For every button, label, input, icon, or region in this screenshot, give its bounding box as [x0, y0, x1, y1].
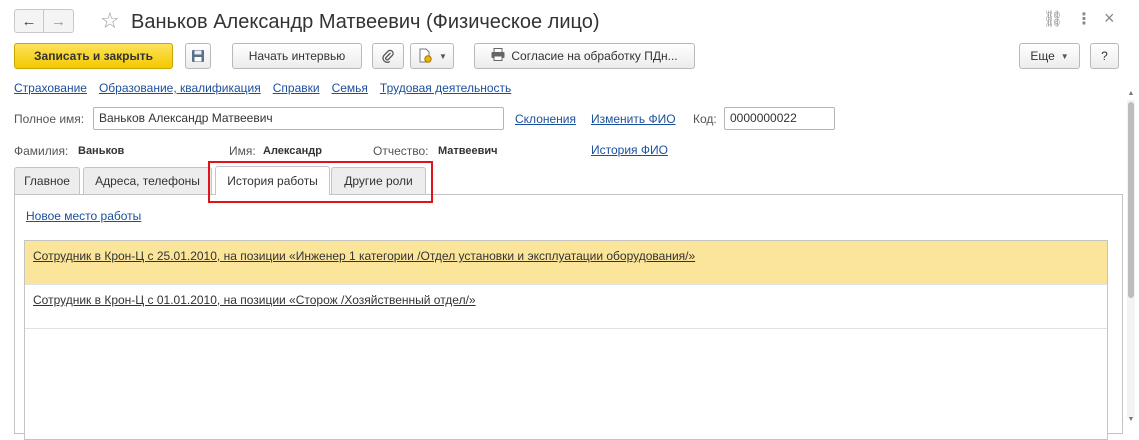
work-history-entry-2[interactable]: Сотрудник в Крон-Ц с 01.01.2010, на пози… — [33, 293, 476, 307]
list-item[interactable]: Сотрудник в Крон-Ц с 25.01.2010, на пози… — [25, 241, 1107, 285]
link-education[interactable]: Образование, квалификация — [99, 81, 261, 95]
start-interview-label: Начать интервью — [248, 49, 346, 63]
surname-label: Фамилия: — [14, 144, 69, 158]
declensions-link[interactable]: Склонения — [515, 112, 576, 126]
tab-work-history[interactable]: История работы — [215, 166, 330, 195]
more-label: Еще — [1030, 49, 1055, 63]
tab-addresses[interactable]: Адреса, телефоны — [83, 167, 212, 194]
link-family[interactable]: Семья — [332, 81, 368, 95]
forward-button[interactable]: → — [44, 9, 74, 33]
window-title: Ваньков Александр Матвеевич (Физическое … — [131, 11, 600, 33]
printer-icon — [491, 48, 505, 64]
tab-other-roles[interactable]: Другие роли — [331, 167, 426, 194]
scroll-up-icon[interactable]: ▲ — [1127, 90, 1135, 97]
save-and-close-button[interactable]: Записать и закрыть — [14, 43, 173, 69]
link-icon[interactable]: ⛓ — [1043, 10, 1063, 30]
full-name-field[interactable]: Ваньков Александр Матвеевич — [93, 107, 504, 130]
code-label: Код: — [693, 112, 717, 126]
chevron-down-icon: ▼ — [1060, 51, 1069, 61]
favorite-star-icon[interactable]: ☆ — [100, 8, 120, 34]
new-workplace-link[interactable]: Новое место работы — [26, 209, 141, 223]
paperclip-icon — [382, 49, 394, 63]
save-and-close-label: Записать и закрыть — [34, 49, 153, 63]
floppy-disk-icon — [192, 50, 204, 62]
name-value: Александр — [263, 145, 322, 157]
more-button[interactable]: Еще ▼ — [1019, 43, 1080, 69]
create-based-on-button[interactable]: ▼ — [410, 43, 454, 69]
help-label: ? — [1101, 49, 1108, 63]
attach-button[interactable] — [372, 43, 404, 69]
change-name-link[interactable]: Изменить ФИО — [591, 112, 676, 126]
start-interview-button[interactable]: Начать интервью — [232, 43, 362, 69]
document-gear-icon — [419, 48, 432, 63]
list-item[interactable]: Сотрудник в Крон-Ц с 01.01.2010, на пози… — [25, 285, 1107, 329]
back-button[interactable]: ← — [14, 9, 44, 33]
full-name-label: Полное имя: — [14, 112, 85, 126]
work-history-list: Сотрудник в Крон-Ц с 25.01.2010, на пози… — [24, 240, 1108, 440]
consent-label: Согласие на обработку ПДн... — [511, 49, 678, 63]
tab-main[interactable]: Главное — [14, 167, 80, 194]
name-history-link[interactable]: История ФИО — [591, 143, 668, 157]
surname-value: Ваньков — [78, 145, 125, 157]
related-links: Страхование Образование, квалификация Сп… — [14, 81, 511, 95]
arrow-right-icon: → — [51, 12, 66, 30]
close-icon[interactable]: × — [1104, 8, 1115, 28]
patronymic-label: Отчество: — [373, 144, 429, 158]
consent-button[interactable]: Согласие на обработку ПДн... — [474, 43, 695, 69]
chevron-down-icon: ▼ — [439, 51, 447, 61]
code-field[interactable]: 0000000022 — [724, 107, 835, 130]
save-button[interactable] — [185, 43, 211, 69]
scrollbar-thumb[interactable] — [1128, 102, 1134, 298]
arrow-left-icon: ← — [21, 12, 37, 30]
link-insurance[interactable]: Страхование — [14, 81, 87, 95]
more-actions-icon[interactable]: ⋮ — [1076, 10, 1092, 30]
scroll-down-icon[interactable]: ▼ — [1127, 416, 1135, 423]
help-button[interactable]: ? — [1090, 43, 1119, 69]
work-history-entry-1[interactable]: Сотрудник в Крон-Ц с 25.01.2010, на пози… — [33, 249, 695, 263]
name-label: Имя: — [229, 144, 256, 158]
link-certificates[interactable]: Справки — [273, 81, 320, 95]
patronymic-value: Матвеевич — [438, 145, 498, 157]
link-employment[interactable]: Трудовая деятельность — [380, 81, 511, 95]
